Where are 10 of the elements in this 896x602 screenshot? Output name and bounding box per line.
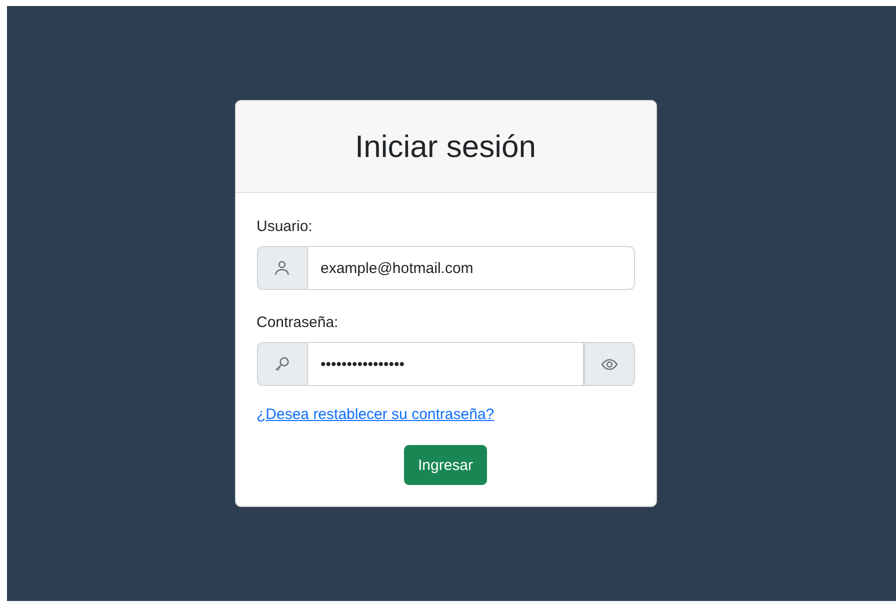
key-icon [273,355,291,373]
field-label: Usuario: [256,218,312,235]
login-button[interactable]: Ingresar [404,445,488,485]
user-icon [273,259,291,277]
show-password-button[interactable] [584,342,634,386]
reset-password-link[interactable]: ¿Desea restablecer su contraseña? [256,406,494,423]
input-field[interactable]: example@hotmail.com [306,246,634,290]
input-field[interactable]: •••••••••••••••• [306,342,584,386]
field-label: Contraseña: [256,314,338,331]
card-title: Iniciar sesión [355,128,536,164]
